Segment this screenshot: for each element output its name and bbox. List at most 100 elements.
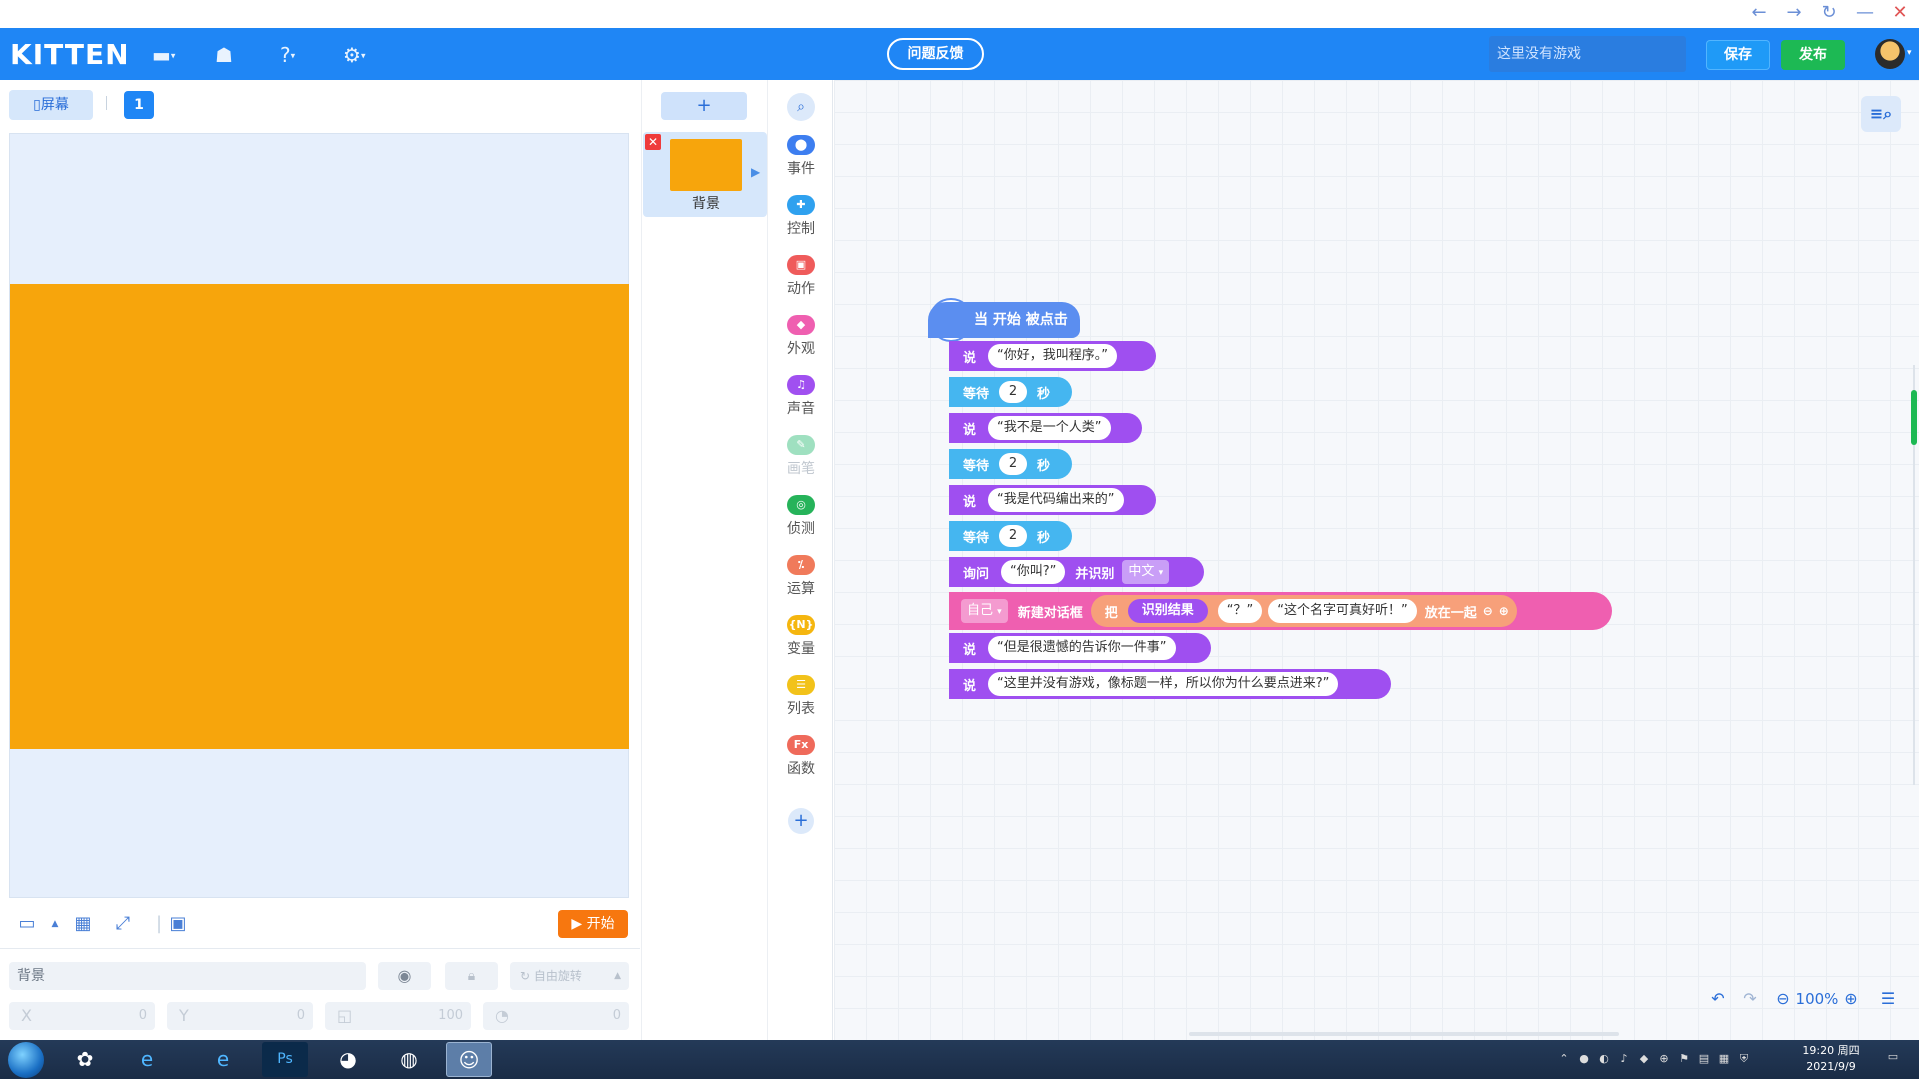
start-button[interactable]: ▶ 开始 xyxy=(558,910,628,938)
settings-menu-icon[interactable]: ⚙▾ xyxy=(343,42,379,68)
avatar[interactable] xyxy=(1875,39,1905,69)
sprite-name-field[interactable]: 背景 xyxy=(9,962,366,990)
say-text-input[interactable]: “我是代码编出来的” xyxy=(988,488,1124,512)
screen-tab[interactable]: ▯屏幕 xyxy=(9,90,93,120)
help-menu-icon[interactable]: ?▾ xyxy=(280,42,316,68)
robot-icon[interactable]: ☗ xyxy=(215,42,251,68)
publish-button[interactable]: 发布 xyxy=(1781,40,1845,70)
say-block[interactable]: 说 “我是代码编出来的” xyxy=(949,485,1156,515)
when-start-clicked-block[interactable]: 当 开始 被点击 xyxy=(928,302,1080,338)
visibility-toggle[interactable]: ◉ xyxy=(378,962,431,990)
wait-seconds-input[interactable]: 2 xyxy=(999,525,1028,547)
horizontal-scrollbar[interactable] xyxy=(1189,1032,1619,1036)
arrow-right-icon[interactable]: → xyxy=(1780,2,1808,24)
category-sensing[interactable]: ◎ 侦测 xyxy=(768,495,834,538)
search-blocks-icon[interactable]: ≡⌕ xyxy=(1861,96,1901,132)
align-blocks-icon[interactable]: ☰ xyxy=(1875,986,1901,1012)
join-text-input[interactable]: “？” xyxy=(1217,599,1263,623)
kitten-app-icon[interactable]: ☺ xyxy=(446,1042,492,1077)
save-button[interactable]: 保存 xyxy=(1706,40,1770,70)
delete-icon[interactable]: ✕ xyxy=(645,134,661,150)
tray-app-icon[interactable]: ◆ xyxy=(1637,1052,1651,1066)
close-icon[interactable]: ✕ xyxy=(1886,2,1914,24)
say-text-input[interactable]: “但是很遗憾的告诉你一件事” xyxy=(988,636,1176,660)
size-field[interactable]: ◱ 100 xyxy=(325,1002,471,1030)
tray-app-icon[interactable]: ● xyxy=(1577,1052,1591,1066)
app-icon-butterfly[interactable]: ✿ xyxy=(62,1042,108,1077)
wait-seconds-input[interactable]: 2 xyxy=(999,381,1028,403)
chevron-down-icon[interactable]: ▾ xyxy=(1907,48,1912,58)
category-list[interactable]: ☰ 列表 xyxy=(768,675,834,718)
ask-text-input[interactable]: “你叫?” xyxy=(1001,560,1066,584)
category-function[interactable]: Fx 函数 xyxy=(768,735,834,778)
wait-block[interactable]: 等待 2 秒 xyxy=(949,521,1072,551)
language-select[interactable]: 中文 ▾ xyxy=(1122,560,1170,584)
tray-app-icon[interactable]: ⊕ xyxy=(1657,1052,1671,1066)
plus-icon[interactable]: ⊕ xyxy=(1499,604,1509,618)
photoshop-icon[interactable]: Ps xyxy=(262,1042,308,1077)
category-pen[interactable]: ✎ 画笔 xyxy=(768,435,834,478)
rotation-mode-select[interactable]: ↻ 自由旋转 ▲ xyxy=(510,962,629,990)
category-operator[interactable]: ⁒ 运算 xyxy=(768,555,834,598)
sprite-card[interactable]: ✕ 背景 ▶ xyxy=(643,132,767,217)
y-field[interactable]: Y 0 xyxy=(167,1002,313,1030)
minimize-icon[interactable]: — xyxy=(1851,2,1879,24)
zoom-out-icon[interactable]: ⊖ xyxy=(1773,986,1793,1012)
color-app-icon[interactable]: ◕ xyxy=(325,1042,371,1077)
ask-block[interactable]: 询问 “你叫?” 并识别 中文 ▾ xyxy=(949,557,1204,587)
start-menu-icon[interactable] xyxy=(8,1042,44,1078)
wait-seconds-input[interactable]: 2 xyxy=(999,453,1028,475)
category-event[interactable]: ⬤ 事件 xyxy=(768,135,834,178)
lock-toggle[interactable]: 🔒︎ xyxy=(445,962,498,990)
wait-block[interactable]: 等待 2 秒 xyxy=(949,377,1072,407)
preview-icon[interactable]: ▣ xyxy=(165,913,191,935)
arrow-left-icon[interactable]: ← xyxy=(1745,2,1773,24)
vertical-scrollbar-thumb[interactable] xyxy=(1911,390,1917,445)
join-text-input[interactable]: “这个名字可真好听！” xyxy=(1268,599,1417,623)
add-sprite-button[interactable]: + xyxy=(661,92,747,120)
volume-icon[interactable]: ♪ xyxy=(1617,1052,1631,1066)
system-clock[interactable]: 19:20 周四 2021/9/9 xyxy=(1795,1043,1867,1075)
shield-icon[interactable]: ⛨ xyxy=(1737,1052,1751,1066)
add-extension-button[interactable]: + xyxy=(788,808,814,834)
ie-icon[interactable]: e xyxy=(124,1042,170,1077)
category-motion[interactable]: ▣ 动作 xyxy=(768,255,834,298)
chevron-up-icon[interactable]: ▲ xyxy=(42,913,68,935)
category-control[interactable]: ✚ 控制 xyxy=(768,195,834,238)
wait-block[interactable]: 等待 2 秒 xyxy=(949,449,1072,479)
undo-icon[interactable]: ↶ xyxy=(1705,986,1731,1012)
ie-icon[interactable]: e xyxy=(200,1042,246,1077)
search-icon[interactable]: ⌕ xyxy=(787,93,815,121)
say-block[interactable]: 说 “我不是一个人类” xyxy=(949,413,1142,443)
folder-menu-icon[interactable]: ▬▾ xyxy=(152,42,188,68)
grid-icon[interactable]: ▦ xyxy=(70,913,96,935)
game-title-input[interactable]: 这里没有游戏 xyxy=(1489,36,1686,72)
tray-app-icon[interactable]: ▦ xyxy=(1717,1052,1731,1066)
say-text-input[interactable]: “这里并没有游戏，像标题一样，所以你为什么要点进来?” xyxy=(988,672,1339,696)
tray-expand-icon[interactable]: ⌃ xyxy=(1557,1052,1571,1066)
say-block[interactable]: 说 “这里并没有游戏，像标题一样，所以你为什么要点进来?” xyxy=(949,669,1391,699)
feedback-button[interactable]: 问题反馈 xyxy=(887,38,984,70)
category-variable[interactable]: {N} 变量 xyxy=(768,615,834,658)
new-dialog-block[interactable]: 自己 ▾ 新建对话框 把 识别结果 “？” “这个名字可真好听！” 放在一起 ⊖… xyxy=(949,592,1612,630)
self-select[interactable]: 自己 ▾ xyxy=(961,599,1008,623)
category-sound[interactable]: ♫ 声音 xyxy=(768,375,834,418)
join-block[interactable]: 把 识别结果 “？” “这个名字可真好听！” 放在一起 ⊖ ⊕ xyxy=(1090,595,1517,627)
chevron-right-icon[interactable]: ▶ xyxy=(751,165,760,179)
say-text-input[interactable]: “你好，我叫程序。” xyxy=(988,344,1117,368)
minus-icon[interactable]: ⊖ xyxy=(1483,604,1493,618)
zoom-in-icon[interactable]: ⊕ xyxy=(1841,986,1861,1012)
direction-field[interactable]: ◔ 0 xyxy=(483,1002,629,1030)
say-block[interactable]: 说 “你好，我叫程序。” xyxy=(949,341,1156,371)
network-icon[interactable]: ▤ xyxy=(1697,1052,1711,1066)
tray-app-icon[interactable]: ◐ xyxy=(1597,1052,1611,1066)
refresh-icon[interactable]: ↻ xyxy=(1815,2,1843,24)
category-looks[interactable]: ◆ 外观 xyxy=(768,315,834,358)
notification-icon[interactable]: ▭ xyxy=(1884,1050,1902,1068)
chrome-icon[interactable]: ◍ xyxy=(386,1042,432,1077)
say-block[interactable]: 说 “但是很遗憾的告诉你一件事” xyxy=(949,633,1211,663)
flag-icon[interactable]: ⚑ xyxy=(1677,1052,1691,1066)
redo-icon[interactable]: ↷ xyxy=(1737,986,1763,1012)
recognition-result-reporter[interactable]: 识别结果 xyxy=(1127,599,1208,623)
scene-number-tab[interactable]: 1 xyxy=(124,91,154,119)
